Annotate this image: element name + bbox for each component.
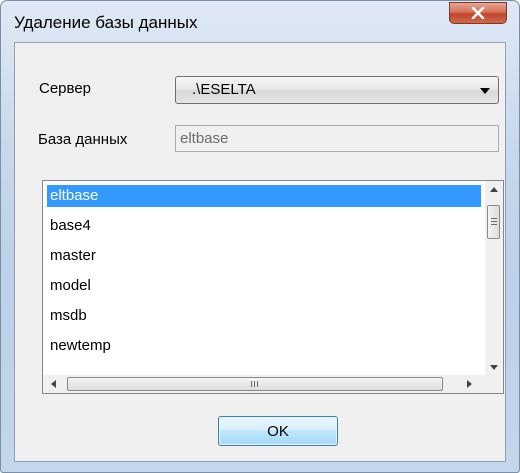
dialog-client-area: Сервер .\ESELTA База данных eltbase eltb… bbox=[14, 42, 506, 462]
list-item[interactable]: base4 bbox=[47, 215, 481, 237]
grip-line bbox=[251, 381, 252, 387]
server-select[interactable]: .\ESELTA bbox=[175, 76, 499, 104]
server-select-value: .\ESELTA bbox=[192, 81, 256, 98]
grip-line bbox=[491, 218, 497, 219]
database-label: База данных bbox=[38, 131, 128, 148]
scroll-left-icon[interactable] bbox=[51, 380, 56, 388]
server-label: Сервер bbox=[39, 80, 92, 97]
grip-line bbox=[491, 224, 497, 225]
list-item[interactable]: model bbox=[47, 275, 481, 297]
list-item[interactable]: msdb bbox=[47, 305, 481, 327]
scroll-up-icon[interactable] bbox=[490, 187, 498, 192]
scroll-right-icon[interactable] bbox=[467, 380, 472, 388]
list-item[interactable]: eltbase bbox=[47, 185, 481, 207]
horizontal-scrollbar[interactable] bbox=[43, 375, 485, 393]
vertical-scrollbar[interactable] bbox=[485, 181, 503, 375]
scroll-down-icon[interactable] bbox=[490, 365, 498, 370]
grip-line bbox=[491, 221, 497, 222]
horizontal-scroll-thumb[interactable] bbox=[67, 377, 443, 391]
database-field-value: eltbase bbox=[180, 130, 229, 147]
grip-line bbox=[254, 381, 255, 387]
database-field[interactable]: eltbase bbox=[175, 125, 499, 152]
chevron-down-icon bbox=[480, 88, 490, 94]
vertical-scroll-thumb[interactable] bbox=[487, 205, 500, 239]
database-list-items: eltbase base4 master model msdb newtemp bbox=[43, 181, 485, 375]
scrollbar-corner bbox=[485, 375, 503, 393]
list-item[interactable]: newtemp bbox=[47, 335, 481, 357]
close-icon bbox=[471, 7, 485, 19]
database-list[interactable]: eltbase base4 master model msdb newtemp bbox=[42, 180, 504, 394]
close-button[interactable] bbox=[449, 2, 507, 24]
list-item[interactable]: master bbox=[47, 245, 481, 267]
window-title: Удаление базы данных bbox=[14, 13, 198, 32]
ok-button[interactable]: OK bbox=[218, 416, 338, 446]
dialog-window: Удаление базы данных Сервер .\ESELTA Баз… bbox=[0, 0, 520, 473]
title-bar: Удаление базы данных bbox=[1, 1, 519, 41]
grip-line bbox=[257, 381, 258, 387]
